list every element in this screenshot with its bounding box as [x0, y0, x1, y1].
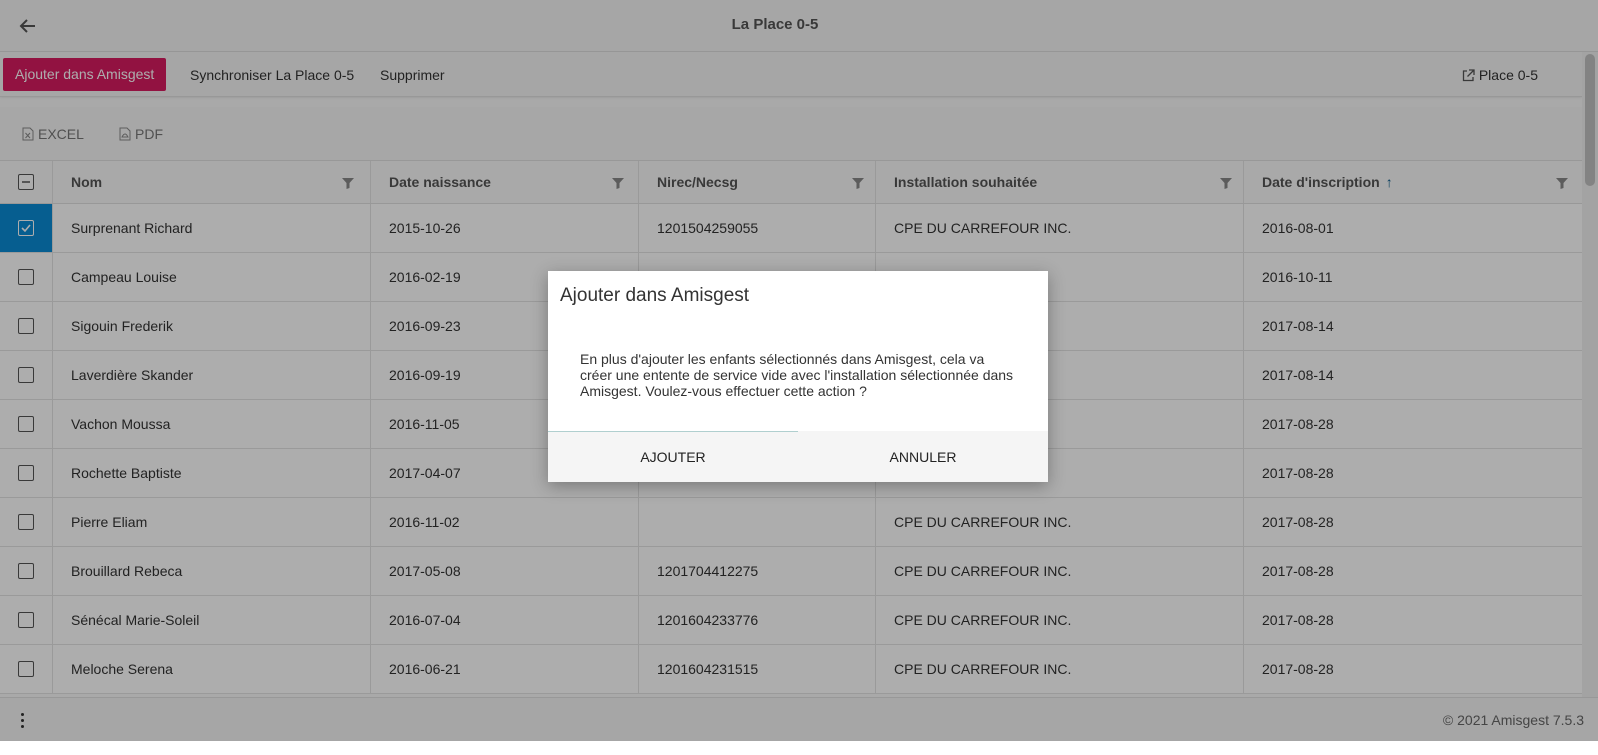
confirm-dialog: Ajouter dans Amisgest En plus d'ajouter …	[548, 271, 1048, 482]
dialog-message: En plus d'ajouter les enfants sélectionn…	[580, 351, 1014, 399]
dialog-title: Ajouter dans Amisgest	[560, 285, 750, 306]
dialog-actions: AJOUTER ANNULER	[548, 431, 1048, 482]
confirm-add-button[interactable]: AJOUTER	[548, 431, 798, 482]
cancel-button[interactable]: ANNULER	[798, 431, 1048, 482]
window-bottom-edge	[0, 741, 1598, 755]
